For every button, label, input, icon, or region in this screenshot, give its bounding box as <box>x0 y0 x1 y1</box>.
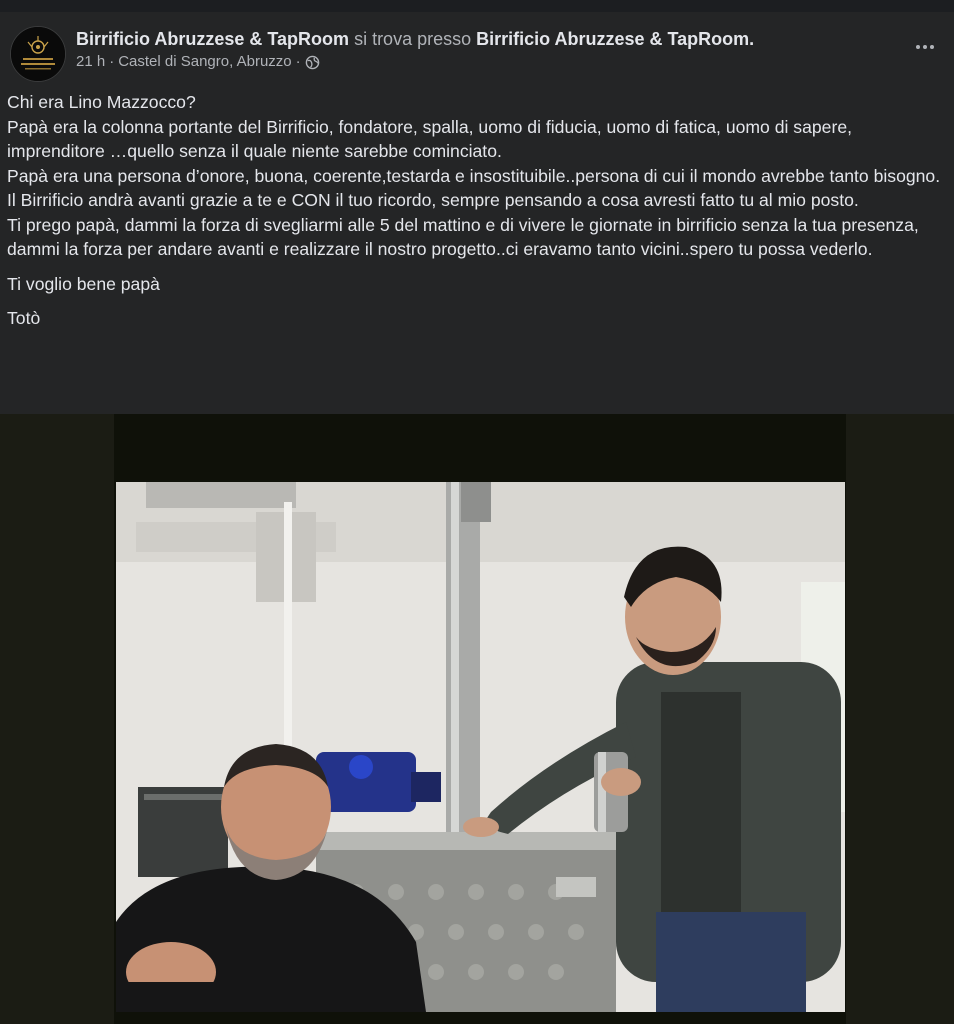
post-paragraph: Chi era Lino Mazzocco? <box>7 92 196 112</box>
meta-separator-2: · <box>295 53 301 70</box>
page-name-link[interactable]: Birrificio Abruzzese & TapRoom <box>76 29 349 49</box>
post-card: Birrificio Abruzzese & TapRoom si trova … <box>0 12 954 1024</box>
page-avatar[interactable] <box>10 26 66 82</box>
author-line: Birrificio Abruzzese & TapRoom si trova … <box>76 28 754 50</box>
post-photo[interactable] <box>116 482 845 1012</box>
post-paragraph: Ti voglio bene papà <box>7 273 160 294</box>
post-signature: Totò <box>7 308 41 328</box>
post-paragraph: Il Birrificio andrà avanti grazie a te e… <box>7 190 859 210</box>
post-paragraph: Papà era una persona d’onore, buona, coe… <box>7 165 941 186</box>
more-options-button[interactable] <box>910 34 940 60</box>
more-horizontal-icon <box>916 45 920 49</box>
post-meta: 21 h · Castel di Sangro, Abruzzo · <box>76 52 320 72</box>
globe-icon[interactable] <box>305 55 320 70</box>
more-dot <box>930 45 934 49</box>
location-phrase: si trova presso <box>354 29 472 49</box>
location-link[interactable]: Birrificio Abruzzese & TapRoom. <box>476 29 754 49</box>
brewery-photo-image <box>116 482 845 1012</box>
post-header: Birrificio Abruzzese & TapRoom si trova … <box>0 12 954 88</box>
top-bar <box>0 0 954 12</box>
post-text: Chi era Lino Mazzocco? Papà era la colon… <box>7 90 951 331</box>
post-place[interactable]: Castel di Sangro, Abruzzo <box>118 52 291 72</box>
post-time[interactable]: 21 h <box>76 52 105 72</box>
meta-separator: · <box>109 53 115 70</box>
brewery-logo-icon <box>11 27 65 81</box>
more-dot <box>923 45 927 49</box>
post-paragraph: Papà era la colonna portante del Birrifi… <box>7 116 852 162</box>
post-paragraph: Ti prego papà, dammi la forza di sveglia… <box>7 214 919 260</box>
